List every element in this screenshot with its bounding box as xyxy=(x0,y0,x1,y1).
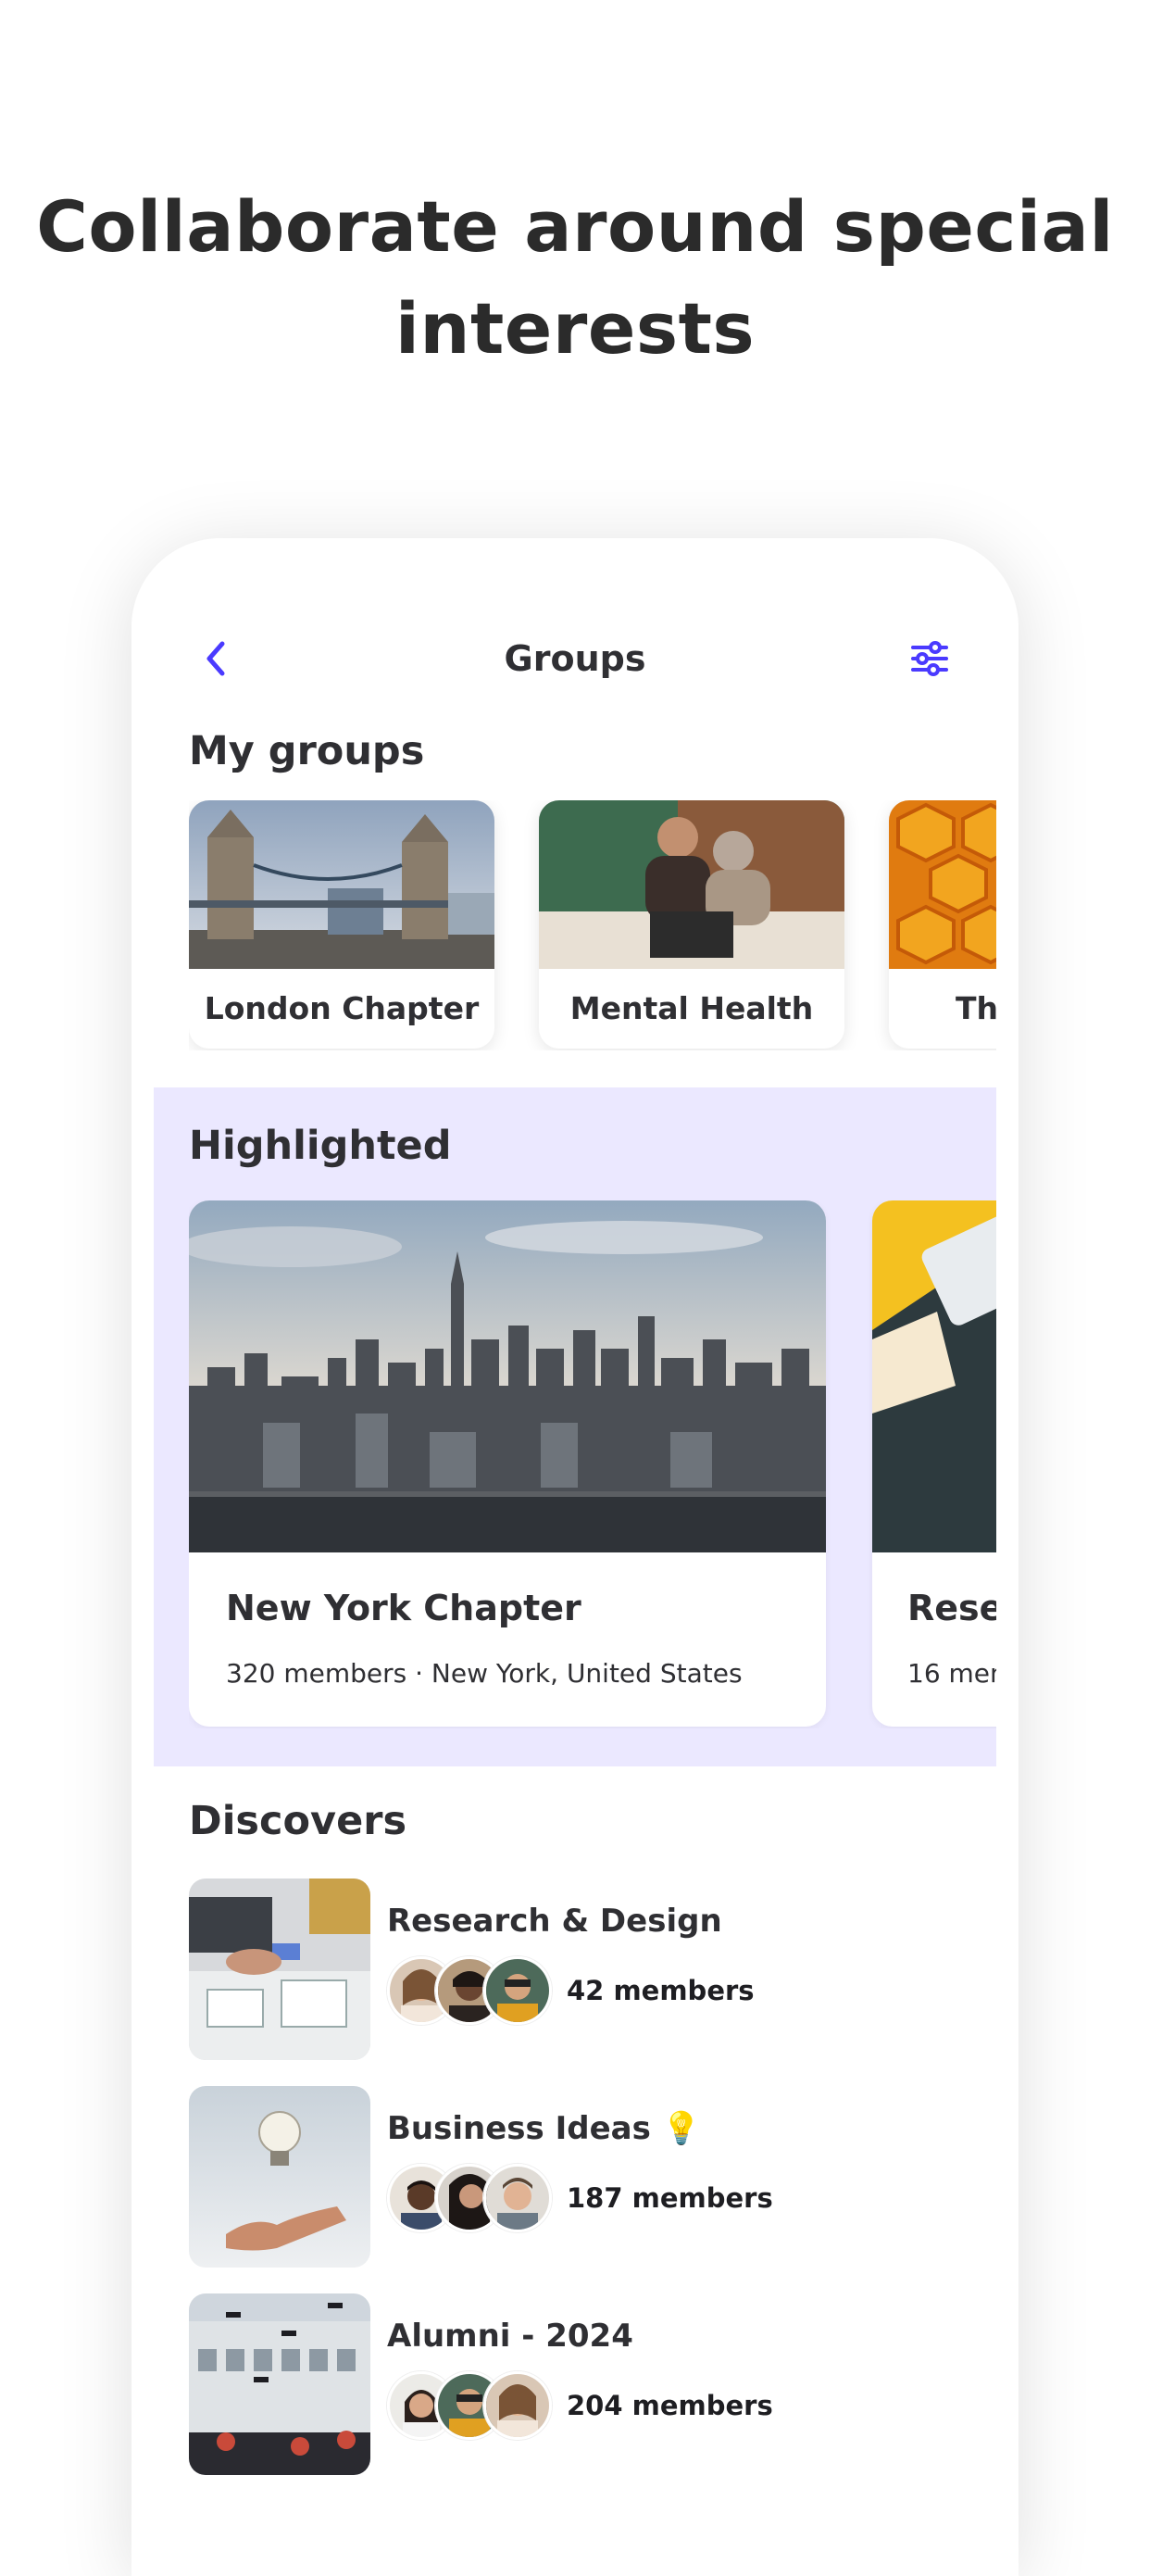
member-avatars xyxy=(387,2164,552,2232)
avatar xyxy=(483,2371,552,2440)
highlight-image xyxy=(189,1200,826,1552)
list-item[interactable]: Research & Design 42 members xyxy=(189,1879,985,2060)
member-count: 42 members xyxy=(567,1975,755,2006)
group-label: London Chapter xyxy=(204,990,480,1026)
highlighted-title: Highlighted xyxy=(189,1123,452,1169)
discover-thumbnail xyxy=(189,1879,370,2060)
member-avatars xyxy=(387,2371,552,2440)
discovers-title: Discovers xyxy=(189,1798,407,1844)
avatar xyxy=(483,2164,552,2232)
member-avatars xyxy=(387,1956,552,2025)
group-card-mental-health[interactable]: Mental Health xyxy=(539,800,844,1049)
group-image xyxy=(189,800,494,969)
discover-name: Alumni - 2024 xyxy=(387,2318,633,2355)
highlight-image xyxy=(872,1200,996,1552)
member-count: 187 members xyxy=(567,2182,773,2214)
page-title: Groups xyxy=(504,638,646,679)
sliders-icon xyxy=(911,641,948,676)
nav-bar: Groups xyxy=(131,538,1019,686)
my-groups-title: My groups xyxy=(189,728,425,774)
headline: Collaborate around special interests xyxy=(0,176,1150,380)
highlight-meta: 16 mem xyxy=(907,1658,996,1689)
avatar xyxy=(483,1956,552,2025)
group-label: Th xyxy=(956,990,996,1026)
list-item[interactable]: Business Ideas 💡 187 members xyxy=(189,2086,985,2268)
group-image xyxy=(889,800,996,969)
headline-text: Collaborate around special interests xyxy=(36,185,1114,370)
highlight-card-partial[interactable]: Resea 16 mem xyxy=(872,1200,996,1727)
highlight-name: Resea xyxy=(907,1588,996,1628)
filter-button[interactable] xyxy=(907,635,952,683)
group-card-london[interactable]: London Chapter xyxy=(189,800,494,1049)
highlight-card-new-york[interactable]: New York Chapter 320 members · New York,… xyxy=(189,1200,826,1727)
group-label: Mental Health xyxy=(569,990,814,1026)
member-count: 204 members xyxy=(567,2390,773,2421)
highlight-meta: 320 members · New York, United States xyxy=(226,1658,743,1689)
highlighted-carousel[interactable]: New York Chapter 320 members · New York,… xyxy=(189,1200,996,1728)
discover-name: Research & Design xyxy=(387,1903,722,1940)
list-item[interactable]: Alumni - 2024 204 members xyxy=(189,2293,985,2475)
highlight-name: New York Chapter xyxy=(226,1588,581,1628)
discover-thumbnail xyxy=(189,2086,370,2268)
group-image xyxy=(539,800,844,969)
group-card-partial[interactable]: Th xyxy=(889,800,996,1049)
discover-thumbnail xyxy=(189,2293,370,2475)
phone-frame: Groups My groups London Chapter Mental H… xyxy=(131,538,1019,2576)
discover-name: Business Ideas 💡 xyxy=(387,2110,701,2147)
my-groups-carousel[interactable]: London Chapter Mental Health Th xyxy=(189,800,996,1050)
